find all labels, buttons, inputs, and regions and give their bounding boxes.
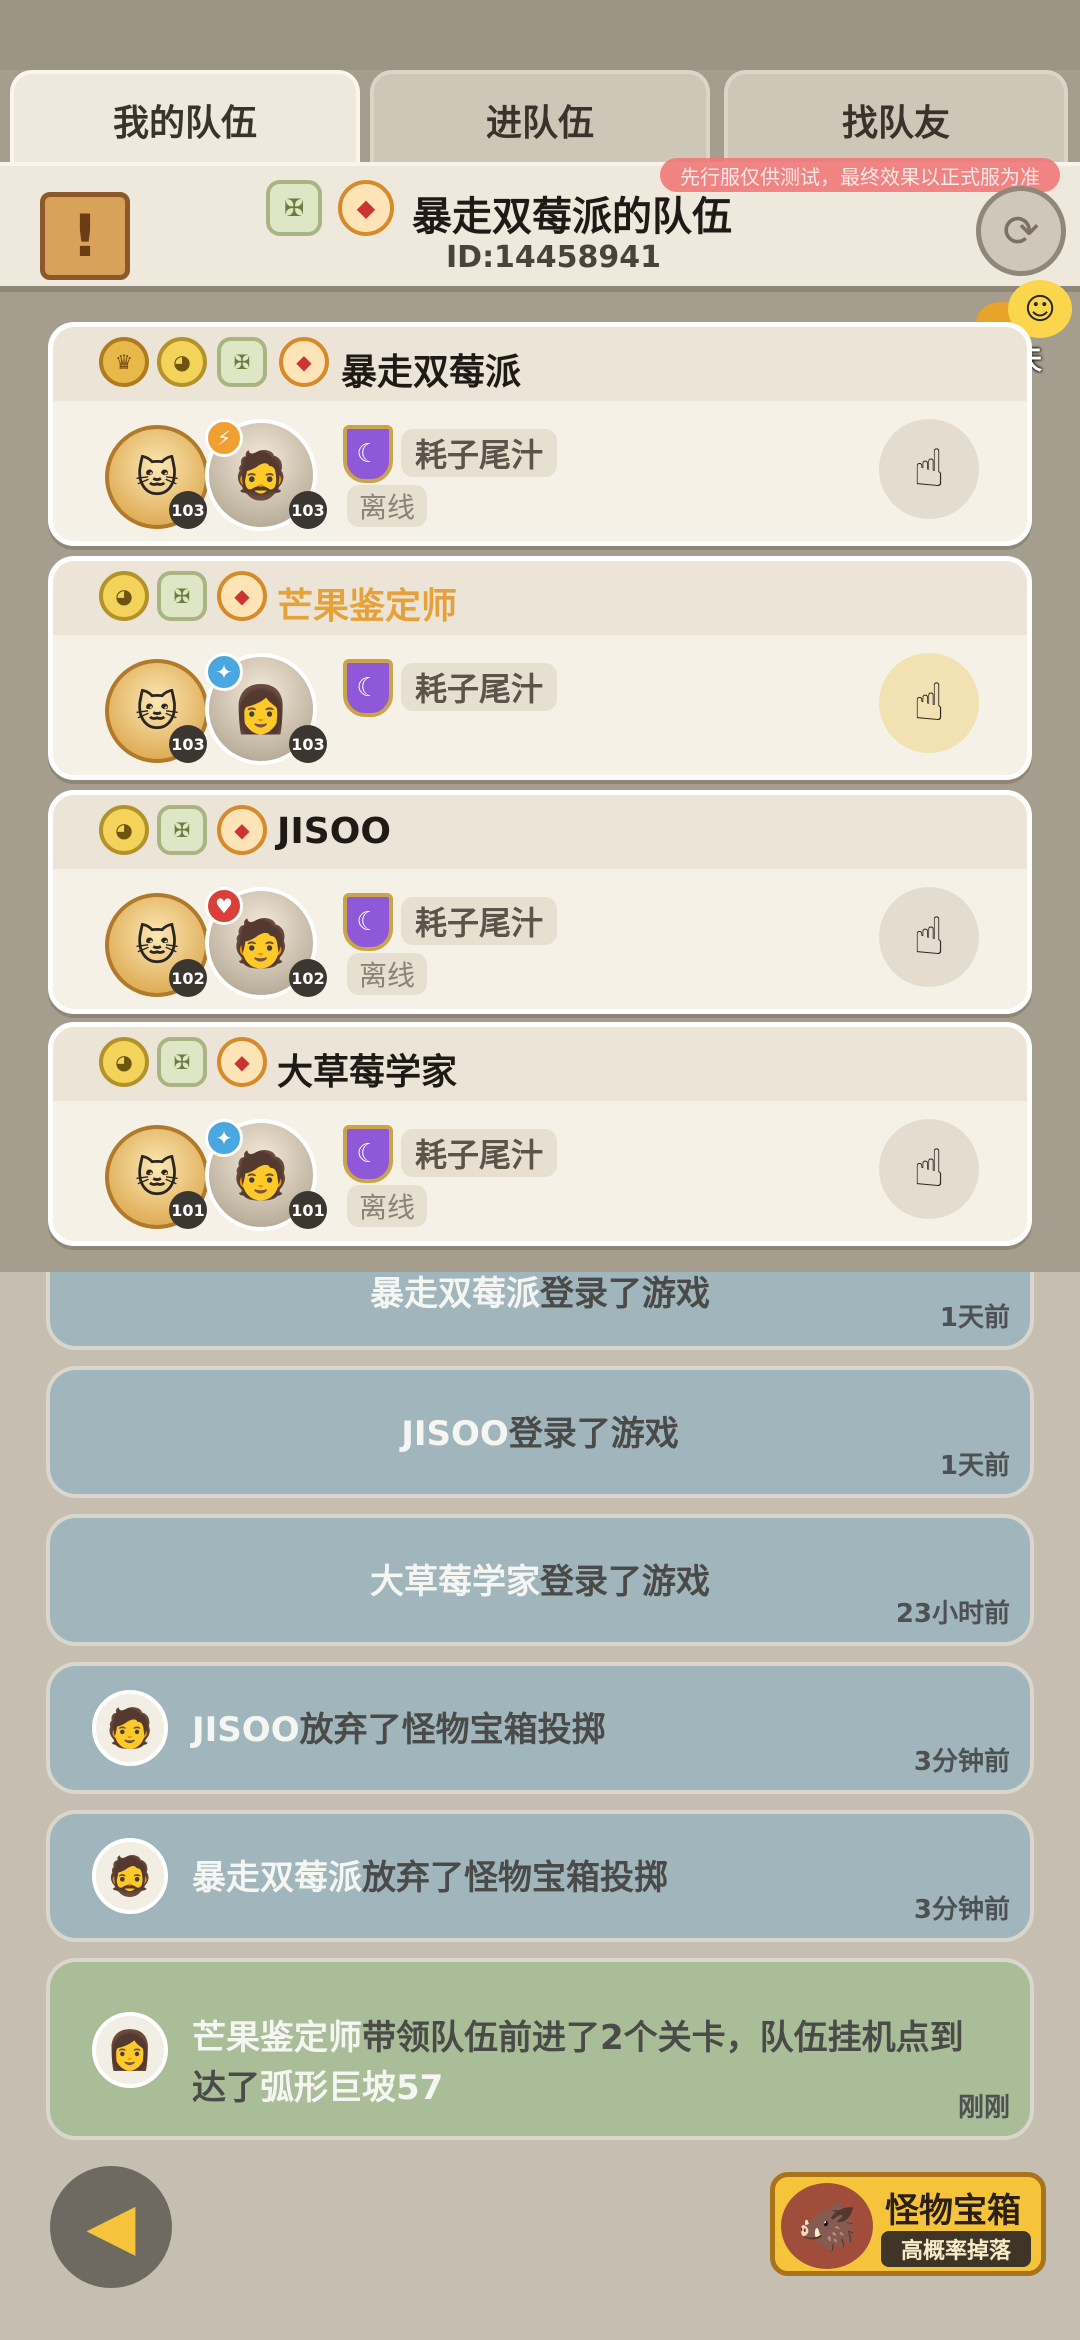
member-card: ♛ ◕ ✠ ◆ 暴走双莓派 🐱 103 🧔 ⚡ 103 ☾ 耗子尾汁 离线 ☝ (48, 322, 1032, 546)
duck-badge-icon: ◕ (99, 1037, 149, 1087)
swap-position-icon[interactable]: ☝ (879, 419, 979, 519)
member-name-row: ◕ ✠ ◆ 大草莓学家 (53, 1027, 1027, 1101)
member-name: JISOO (277, 811, 391, 852)
member-level: 101 (289, 1191, 327, 1229)
log-message-line2: 达了弧形巨坡57 (192, 2068, 444, 2108)
tab-find-teammates[interactable]: 找队友 (724, 70, 1068, 166)
member-name: 大草莓学家 (277, 1052, 458, 1093)
log-time: 1天前 (939, 1303, 1010, 1333)
member-level: 102 (289, 959, 327, 997)
log-message: 暴走双莓派放弃了怪物宝箱投掷 (192, 1858, 668, 1898)
member-card: ◕ ✠ ◆ JISOO 🐱 102 🧑 ♥ 102 ☾ 耗子尾汁 离线 ☝ (48, 790, 1032, 1014)
activity-log-item: JISOO登录了游戏 1天前 (46, 1366, 1034, 1498)
status-badge: 离线 (347, 485, 428, 527)
class-icon: ♥ (205, 887, 243, 925)
rank-badge-icon: ◆ (217, 805, 267, 855)
member-card: ◕ ✠ ◆ 芒果鉴定师 🐱 103 👩 ✦ 103 ☾ 耗子尾汁 ☝ (48, 556, 1032, 780)
guild-flag-icon: ☾ (343, 659, 393, 717)
swap-icon[interactable]: ⟳ (976, 186, 1066, 276)
swap-position-icon[interactable]: ☝ (879, 1119, 979, 1219)
status-badge: 离线 (347, 1185, 428, 1227)
member-name-row: ◕ ✠ ◆ 芒果鉴定师 (53, 561, 1027, 635)
tab-label: 找队友 (841, 103, 950, 144)
shield-badge-icon: ✠ (157, 1037, 207, 1087)
guild-flag-icon: ☾ (343, 425, 393, 483)
activity-log-item: 👩 芒果鉴定师带领队伍前进了2个关卡，队伍挂机点到 达了弧形巨坡57 刚刚 (46, 1958, 1034, 2140)
tab-my-team[interactable]: 我的队伍 (10, 70, 360, 166)
log-message: JISOO放弃了怪物宝箱投掷 (192, 1710, 606, 1750)
class-icon: ✦ (205, 1119, 243, 1157)
member-level: 103 (289, 491, 327, 529)
guild-name: 耗子尾汁 (401, 897, 558, 945)
shield-badge-icon: ✠ (157, 571, 207, 621)
team-id: ID:14458941 (446, 240, 662, 275)
log-avatar: 🧑 (92, 1690, 168, 1766)
rank-badge-icon: ◆ (279, 337, 329, 387)
guild-flag-icon: ☾ (343, 1125, 393, 1183)
activity-log-item: 大草莓学家登录了游戏 23小时前 (46, 1514, 1034, 1646)
duck-badge-icon: ◕ (99, 805, 149, 855)
rank-badge-icon: ◆ (217, 571, 267, 621)
log-time: 刚刚 (957, 2093, 1010, 2123)
class-icon: ⚡ (205, 419, 243, 457)
log-time: 3分钟前 (913, 1895, 1010, 1925)
log-message: 芒果鉴定师带领队伍前进了2个关卡，队伍挂机点到 (192, 2018, 964, 2058)
pet-level: 103 (169, 491, 207, 529)
member-card: ◕ ✠ ◆ 大草莓学家 🐱 101 🧑 ✦ 101 ☾ 耗子尾汁 离线 ☝ (48, 1022, 1032, 1246)
test-server-notice: 先行服仅供测试，最终效果以正式服为准 (660, 158, 1060, 192)
status-badge: 离线 (347, 953, 428, 995)
chest-subtitle: 高概率掉落 (881, 2231, 1031, 2267)
log-time: 1天前 (939, 1451, 1010, 1481)
top-strip (0, 0, 1080, 70)
member-name-row: ♛ ◕ ✠ ◆ 暴走双莓派 (53, 327, 1027, 401)
log-message: 大草莓学家登录了游戏 (370, 1562, 710, 1602)
tab-label: 进队伍 (485, 103, 594, 144)
duck-badge-icon: ◕ (99, 571, 149, 621)
member-name: 暴走双莓派 (341, 352, 522, 393)
pet-level: 103 (169, 725, 207, 763)
team-header: ! ✠ ◆ 暴走双莓派的队伍 ID:14458941 先行服仅供测试，最终效果以… (0, 158, 1080, 292)
back-arrow-icon[interactable]: ◀ (50, 2166, 172, 2288)
notice-board-icon[interactable]: ! (40, 192, 130, 280)
log-time: 3分钟前 (913, 1747, 1010, 1777)
activity-log-item: 🧑 JISOO放弃了怪物宝箱投掷 3分钟前 (46, 1662, 1034, 1794)
member-name: 芒果鉴定师 (277, 586, 458, 627)
guild-flag-icon: ☾ (343, 893, 393, 951)
guild-name: 耗子尾汁 (401, 429, 558, 477)
guild-name: 耗子尾汁 (401, 1129, 558, 1177)
rank-badge-icon: ◆ (217, 1037, 267, 1087)
shield-badge-icon: ✠ (217, 337, 267, 387)
pet-level: 101 (169, 1191, 207, 1229)
team-title: 暴走双莓派的队伍 (412, 194, 732, 240)
log-time: 23小时前 (895, 1599, 1010, 1629)
log-message: 暴走双莓派登录了游戏 (370, 1274, 710, 1314)
member-level: 103 (289, 725, 327, 763)
team-shield-badge-icon: ✠ (266, 180, 322, 236)
tab-join-team[interactable]: 进队伍 (370, 70, 710, 166)
log-message: JISOO登录了游戏 (401, 1414, 679, 1454)
class-icon: ✦ (205, 653, 243, 691)
boar-icon: 🐗 (781, 2183, 873, 2269)
member-name-row: ◕ ✠ ◆ JISOO (53, 795, 1027, 869)
duck-badge-icon: ◕ (157, 337, 207, 387)
shield-badge-icon: ✠ (157, 805, 207, 855)
card-action-icon[interactable]: ☝ (879, 653, 979, 753)
log-avatar: 🧔 (92, 1838, 168, 1914)
monster-chest-button[interactable]: 🐗 怪物宝箱 高概率掉落 (770, 2172, 1046, 2276)
team-rank-badge-icon: ◆ (338, 180, 394, 236)
log-avatar: 👩 (92, 2012, 168, 2088)
guild-name: 耗子尾汁 (401, 663, 558, 711)
activity-log-item: 🧔 暴走双莓派放弃了怪物宝箱投掷 3分钟前 (46, 1810, 1034, 1942)
chest-title: 怪物宝箱 (885, 2191, 1021, 2231)
pet-level: 102 (169, 959, 207, 997)
swap-position-icon[interactable]: ☝ (879, 887, 979, 987)
tab-label: 我的队伍 (112, 103, 257, 144)
leader-badge-icon: ♛ (99, 337, 149, 387)
